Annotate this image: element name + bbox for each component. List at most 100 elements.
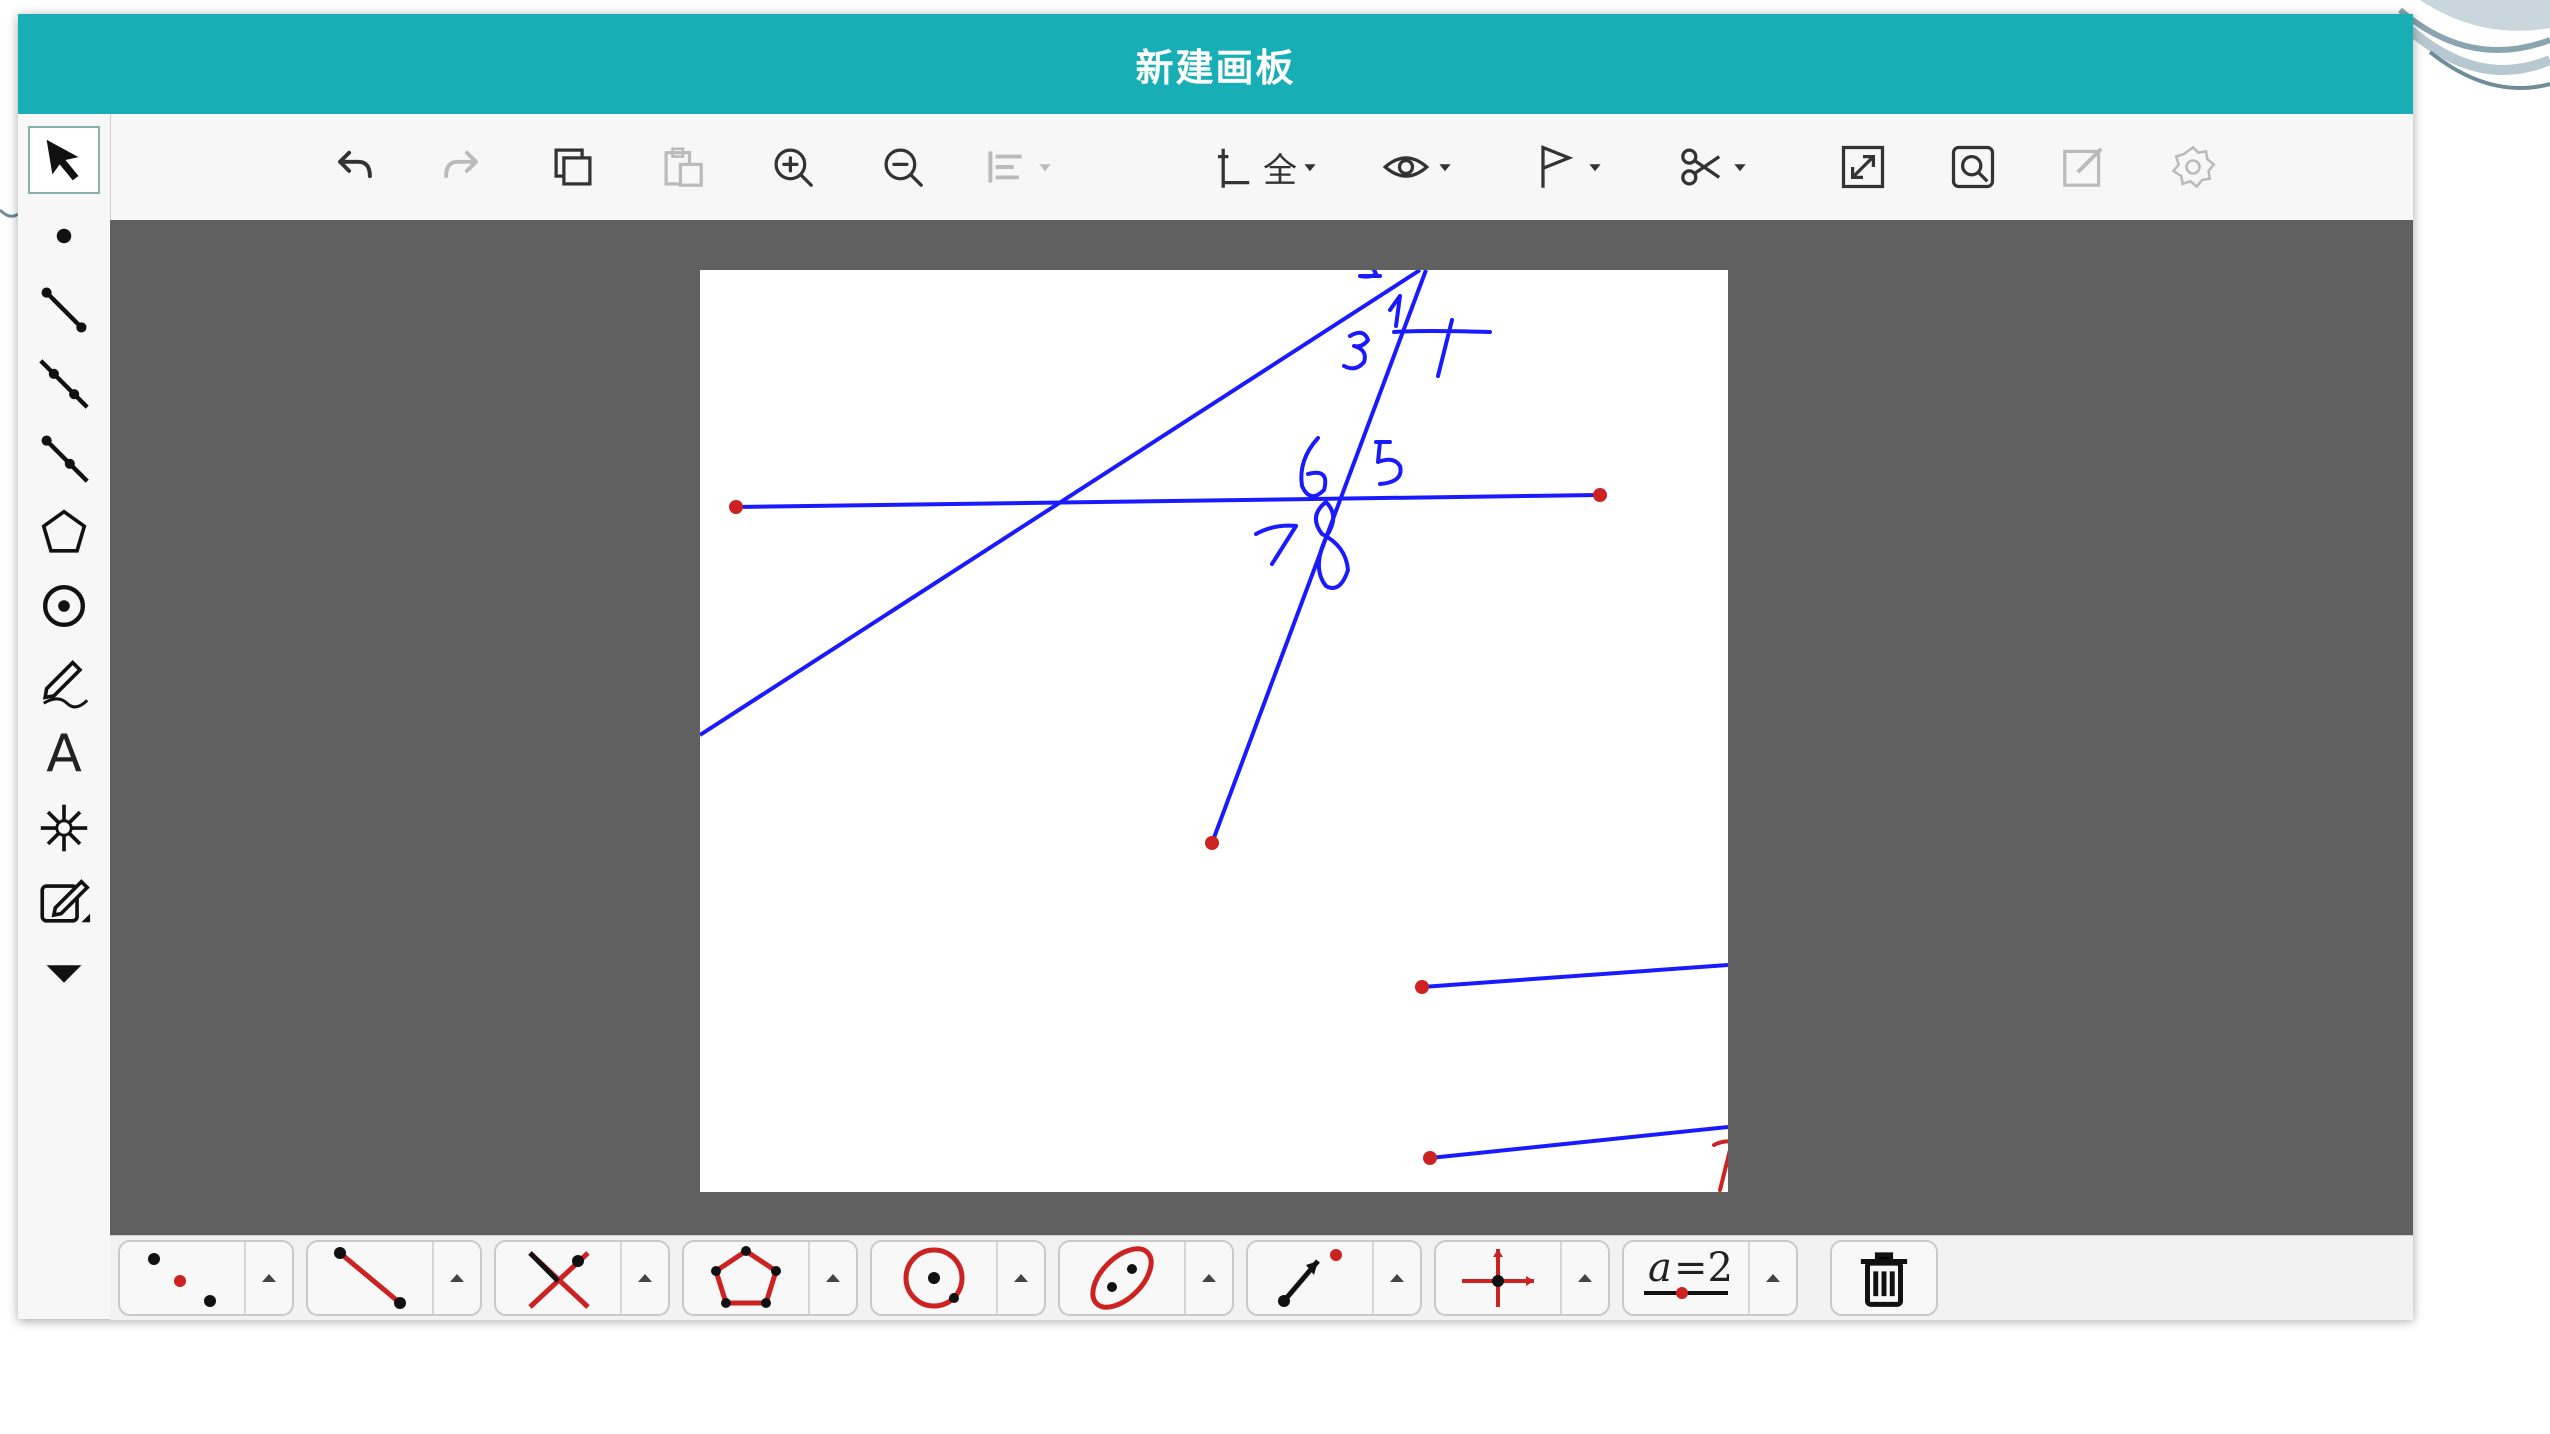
chevron-up-icon — [1014, 1274, 1028, 1282]
paste-button[interactable] — [650, 134, 716, 200]
expand-tool-button[interactable] — [1562, 1271, 1608, 1285]
geometry-drawing[interactable] — [700, 270, 1728, 1192]
undo-button[interactable] — [320, 134, 386, 200]
point-tool[interactable] — [28, 202, 100, 270]
left-toolbar: A — [18, 114, 111, 1319]
horizontal-segment[interactable] — [735, 493, 1601, 509]
polygon-tool-group[interactable] — [682, 1240, 858, 1316]
scissors-icon — [1681, 148, 1721, 186]
expand-tool-button[interactable] — [1186, 1271, 1232, 1285]
arrow-cursor-icon — [46, 139, 79, 181]
copy-icon — [554, 148, 592, 186]
point[interactable] — [1205, 836, 1219, 850]
line-tool[interactable] — [28, 350, 100, 418]
transform-dropdown[interactable] — [1675, 134, 1747, 200]
angle-label-5 — [1374, 440, 1403, 486]
expand-tool-button[interactable] — [622, 1271, 668, 1285]
vector-tool-group[interactable] — [1246, 1240, 1422, 1316]
intersect-tool-group[interactable] — [494, 1240, 670, 1316]
text-tool[interactable]: A — [28, 720, 100, 788]
pen-tool[interactable] — [28, 646, 100, 714]
point[interactable] — [1423, 1151, 1437, 1165]
chevron-up-icon — [262, 1274, 276, 1282]
zoom-in-button[interactable] — [760, 134, 826, 200]
axes-tool-group[interactable] — [1434, 1240, 1610, 1316]
chevron-up-icon — [826, 1274, 840, 1282]
chevron-down-icon — [1304, 164, 1316, 172]
view-dropdown[interactable] — [1380, 134, 1452, 200]
intersect-icon — [528, 1251, 590, 1309]
more-tools-button[interactable] — [28, 940, 100, 1008]
axes-icon — [1462, 1249, 1534, 1307]
line-icon — [39, 359, 89, 409]
axes-icon — [1218, 148, 1250, 188]
zoom-in-icon — [774, 148, 813, 187]
sparkle-icon — [40, 804, 88, 852]
expand-tool-button[interactable] — [998, 1271, 1044, 1285]
expand-tool-button[interactable] — [1750, 1271, 1796, 1285]
edit-icon — [2063, 147, 2103, 187]
drawing-canvas[interactable] — [700, 270, 1728, 1192]
angle-label-4 — [1392, 318, 1492, 378]
angle-label-3 — [1342, 330, 1370, 371]
circle-tool-group[interactable] — [870, 1240, 1046, 1316]
segment-icon — [41, 287, 87, 333]
expand-tool-button[interactable] — [810, 1271, 856, 1285]
circle-icon — [903, 1247, 965, 1309]
expand-tool-button[interactable] — [246, 1271, 292, 1285]
diagonal-line[interactable] — [700, 270, 1422, 737]
window-title: 新建画板 — [18, 14, 2413, 114]
zoom-out-button[interactable] — [870, 134, 936, 200]
zoom-out-icon — [884, 148, 923, 187]
select-tool[interactable] — [28, 126, 100, 194]
polygon-tool[interactable] — [28, 498, 100, 566]
chevron-down-icon — [1589, 164, 1601, 172]
chevron-up-icon — [1578, 1274, 1592, 1282]
angle-label-2 — [1358, 270, 1382, 279]
trash-icon — [1860, 1252, 1908, 1307]
delete-button[interactable] — [1830, 1240, 1938, 1316]
lower-segment-2[interactable] — [1429, 1125, 1728, 1160]
workspace — [110, 220, 2413, 1235]
flag-icon — [1541, 145, 1574, 188]
settings-button[interactable] — [2160, 134, 2226, 200]
chevron-up-icon — [1202, 1274, 1216, 1282]
angle-label-6 — [1299, 436, 1328, 498]
zoom-fit-button[interactable] — [1940, 134, 2006, 200]
edit-tool[interactable] — [28, 868, 100, 936]
expand-tool-button[interactable] — [434, 1271, 480, 1285]
gear-icon — [2171, 145, 2216, 189]
copy-button[interactable] — [540, 134, 606, 200]
top-toolbar: 全 — [110, 114, 2413, 221]
expand-icon — [1841, 145, 1885, 189]
chevron-down-icon — [1039, 164, 1051, 172]
point[interactable] — [1593, 488, 1607, 502]
expand-tool-button[interactable] — [1374, 1271, 1420, 1285]
align-dropdown[interactable] — [980, 134, 1052, 200]
slider-value: =2 — [1674, 1245, 1733, 1291]
point-icon — [56, 228, 72, 244]
angle-labels — [1254, 270, 1728, 1192]
redo-button[interactable] — [430, 134, 496, 200]
points-tool-group[interactable] — [118, 1240, 294, 1316]
fullscreen-button[interactable] — [1830, 134, 1896, 200]
coordinate-dropdown[interactable]: 全 — [1205, 134, 1317, 200]
circle-tool[interactable] — [28, 572, 100, 640]
polygon-icon — [711, 1246, 781, 1308]
polygon-icon — [41, 509, 87, 553]
edit-button[interactable] — [2050, 134, 2116, 200]
segment-tool-group[interactable] — [306, 1240, 482, 1316]
eye-icon — [1382, 156, 1430, 178]
ray-icon — [41, 435, 89, 483]
magic-tool[interactable] — [28, 794, 100, 862]
point[interactable] — [1415, 980, 1429, 994]
segment-tool[interactable] — [28, 276, 100, 344]
slider-icon: a =2 — [1644, 1245, 1733, 1299]
ray-tool[interactable] — [28, 424, 100, 492]
pen-icon — [42, 660, 89, 709]
slider-tool-group[interactable]: a =2 — [1622, 1240, 1798, 1316]
ellipse-tool-group[interactable] — [1058, 1240, 1234, 1316]
point[interactable] — [729, 500, 743, 514]
flag-dropdown[interactable] — [1530, 134, 1602, 200]
lower-segment-1[interactable] — [1421, 963, 1728, 989]
